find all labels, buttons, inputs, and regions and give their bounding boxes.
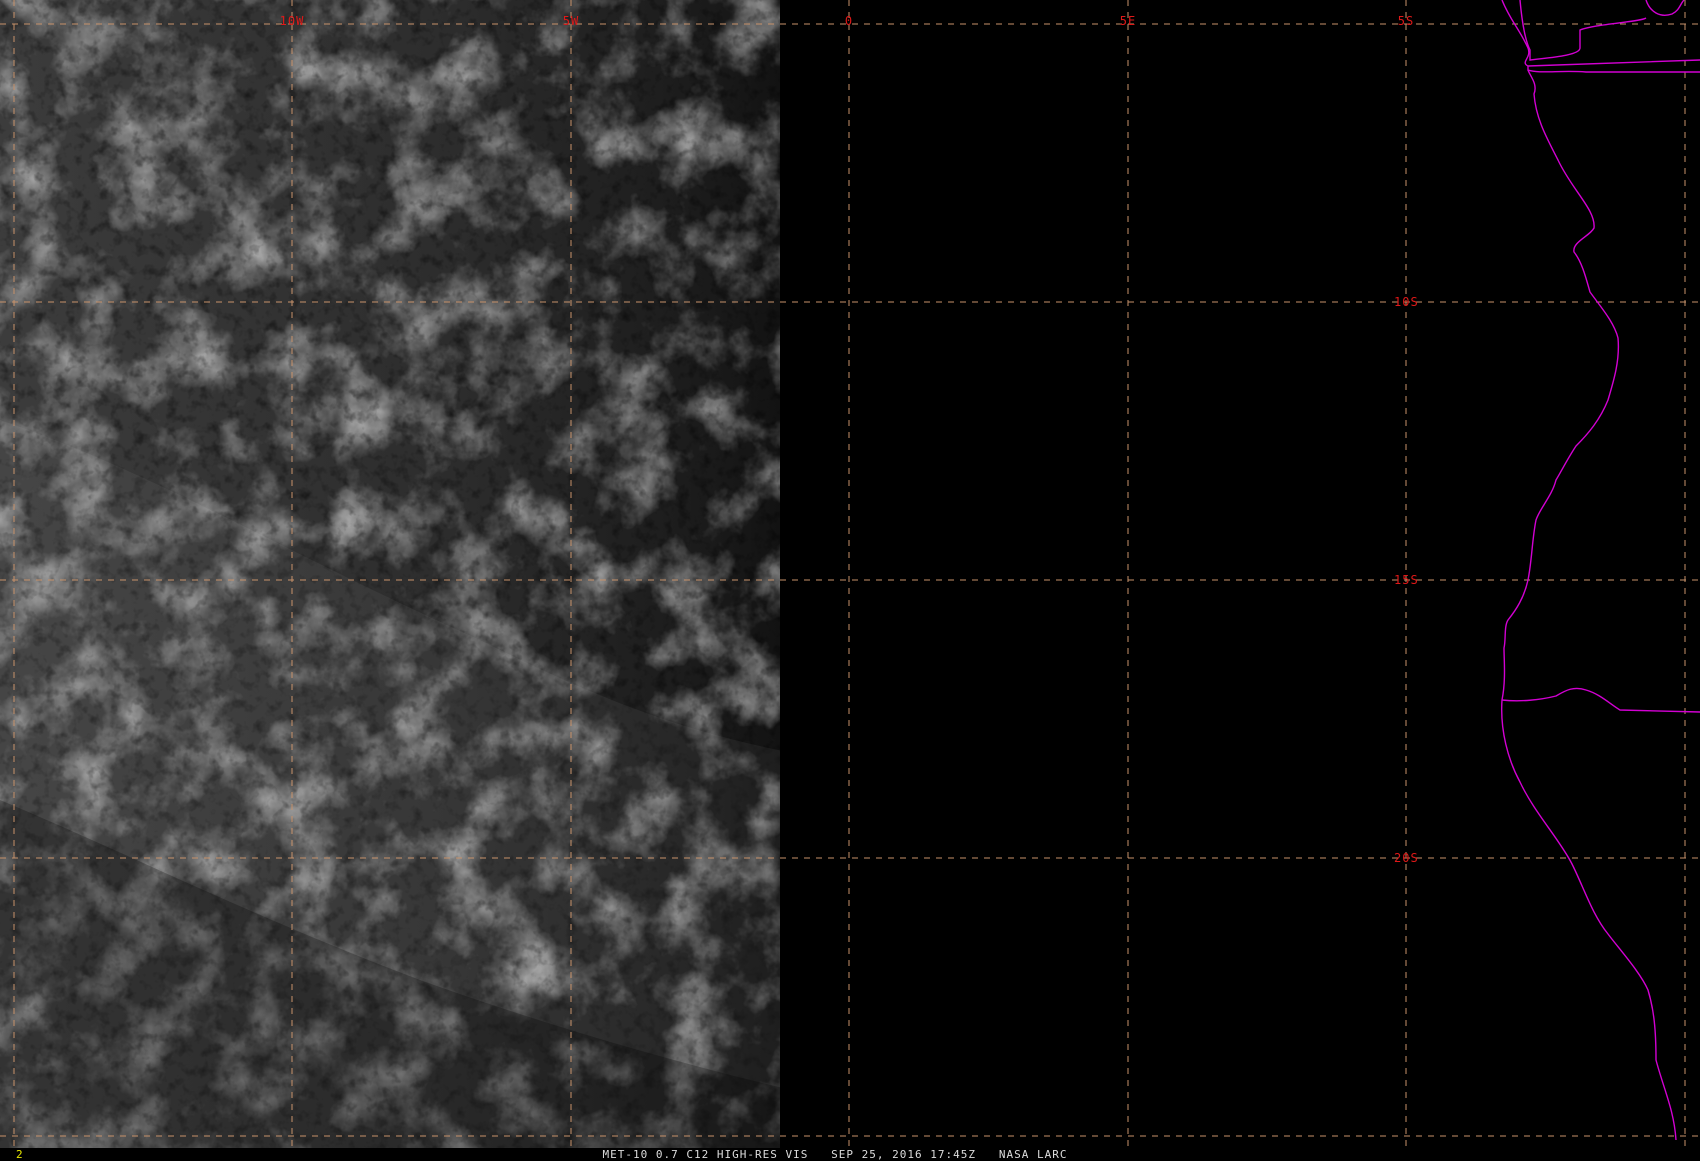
latitude-label: 15S bbox=[1394, 573, 1419, 587]
frame-number: 2 bbox=[16, 1148, 23, 1161]
longitude-label: 5W bbox=[562, 14, 580, 28]
coastline-outline bbox=[1500, 0, 1700, 1141]
image-caption: MET-10 0.7 C12 HIGH-RES VIS SEP 25, 2016… bbox=[602, 1148, 1068, 1161]
satellite-image-viewer: 10W 5W 0 5E 5S 10S 15S 20S 2 MET-10 0.7 C12 HIG… bbox=[0, 0, 1700, 1160]
sunlit-cloud-field bbox=[0, 0, 780, 1148]
latitude-label: 20S bbox=[1394, 851, 1419, 865]
satellite-imagery: 10W 5W 0 5E 5S 10S 15S 20S bbox=[0, 0, 1700, 1148]
status-bar: 2 MET-10 0.7 C12 HIGH-RES VIS SEP 25, 20… bbox=[0, 1148, 1700, 1160]
longitude-label: 5S bbox=[1397, 14, 1415, 28]
longitude-label: 5E bbox=[1119, 14, 1137, 28]
longitude-label: 10W bbox=[279, 14, 305, 28]
longitude-label: 0 bbox=[844, 14, 854, 28]
latitude-label: 10S bbox=[1394, 295, 1419, 309]
